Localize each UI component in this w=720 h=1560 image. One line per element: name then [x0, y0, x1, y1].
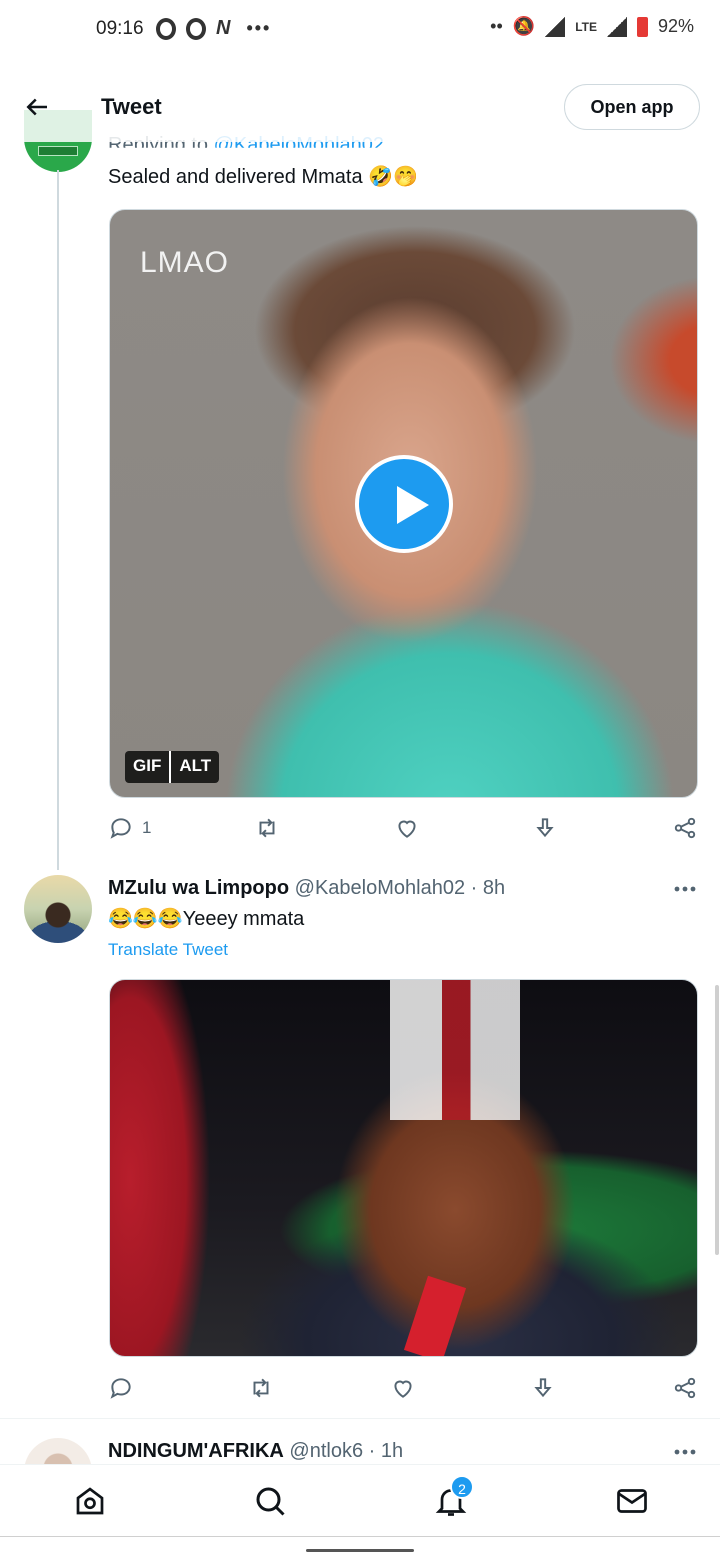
- notification-icons: N •••: [156, 17, 271, 40]
- divider: [0, 1418, 720, 1419]
- system-nav-bar: [0, 1536, 720, 1560]
- reply-icon: [110, 818, 131, 839]
- open-app-button[interactable]: Open app: [564, 84, 700, 130]
- app-o-icon: [156, 17, 176, 40]
- like-button[interactable]: [394, 814, 420, 842]
- share-button[interactable]: [672, 814, 698, 842]
- app-o-icon: [186, 17, 206, 40]
- translate-tweet-link[interactable]: Translate Tweet: [108, 940, 228, 960]
- bottom-nav: 2: [0, 1464, 720, 1536]
- play-button[interactable]: [355, 455, 453, 553]
- author-name[interactable]: NDINGUM'AFRIKA: [108, 1440, 284, 1462]
- status-time: 09:16: [96, 18, 144, 39]
- retweet-icon: [259, 818, 275, 838]
- more-options-icon[interactable]: [674, 1449, 696, 1455]
- share-icon: [674, 1377, 696, 1399]
- author-handle[interactable]: @KabeloMohlah02: [295, 877, 465, 899]
- more-options-icon[interactable]: [674, 886, 696, 892]
- image-detail: [403, 1275, 467, 1356]
- download-icon: [536, 818, 554, 838]
- reply-icon: [110, 1378, 131, 1399]
- scrollbar[interactable]: [715, 985, 719, 1255]
- alt-badge[interactable]: ALT: [169, 751, 219, 783]
- media-badges: GIF ALT: [125, 751, 220, 783]
- share-button[interactable]: [672, 1374, 698, 1402]
- search-icon[interactable]: [252, 1483, 288, 1519]
- notification-badge: 2: [450, 1475, 474, 1499]
- tweet-gif-media[interactable]: LMAO GIF ALT: [109, 209, 698, 798]
- author-name[interactable]: MZulu wa Limpopo: [108, 877, 289, 899]
- gif-badge: GIF: [133, 756, 162, 775]
- battery-icon: [636, 16, 648, 37]
- mute-icon: 🔕: [512, 16, 536, 36]
- tweet-actions: 1: [108, 814, 700, 844]
- top-header: Tweet Open app: [0, 70, 720, 142]
- reply-button[interactable]: 1: [108, 814, 151, 842]
- author-handle[interactable]: @ntlok6: [289, 1440, 363, 1462]
- download-icon: [534, 1378, 552, 1398]
- mail-icon[interactable]: [614, 1483, 650, 1519]
- lte-label: LTE: [575, 19, 597, 34]
- back-arrow-icon[interactable]: [22, 92, 52, 122]
- tweet-text: 😂😂😂Yeeey mmata: [108, 908, 305, 930]
- gif-caption: LMAO: [140, 246, 230, 279]
- heart-icon: [394, 1380, 412, 1398]
- image-detail: [390, 980, 520, 1120]
- tweet-time: · 1h: [363, 1440, 404, 1462]
- tweet-actions: [108, 1374, 700, 1404]
- status-bar: 09:16 N ••• •• 🔕 LTE 92%: [0, 0, 720, 60]
- retweet-button[interactable]: [248, 1374, 274, 1402]
- home-icon[interactable]: [72, 1483, 108, 1519]
- home-indicator[interactable]: [306, 1549, 414, 1552]
- signal-icon: [606, 16, 627, 37]
- page-title: Tweet: [101, 94, 162, 119]
- tweet-time: · 8h: [465, 877, 506, 899]
- save-button[interactable]: [532, 814, 558, 842]
- avatar[interactable]: [24, 875, 92, 943]
- tweet-header: NDINGUM'AFRIKA @ntlok6 · 1h: [108, 1440, 403, 1463]
- signal-icon: [545, 16, 566, 37]
- tweet-header: MZulu wa Limpopo @KabeloMohlah02 · 8h: [108, 877, 505, 900]
- share-icon: [674, 817, 696, 839]
- system-icons: •• 🔕 LTE 92%: [490, 16, 694, 37]
- thread-line: [57, 170, 59, 870]
- heart-icon: [398, 820, 416, 838]
- tweet-image[interactable]: [109, 979, 698, 1357]
- more-notifications-icon: •••: [246, 18, 272, 38]
- retweet-button[interactable]: [254, 814, 280, 842]
- app-n-icon: N: [216, 17, 231, 39]
- battery-percent: 92%: [657, 16, 694, 36]
- reply-button[interactable]: [108, 1374, 134, 1402]
- avatar-badge: [38, 146, 78, 156]
- reply-count: 1: [142, 818, 152, 837]
- tweet-text: Sealed and delivered Mmata 🤣🤭: [108, 166, 418, 188]
- save-button[interactable]: [530, 1374, 556, 1402]
- like-button[interactable]: [390, 1374, 416, 1402]
- dots-icon: ••: [490, 16, 503, 36]
- retweet-icon: [253, 1378, 269, 1398]
